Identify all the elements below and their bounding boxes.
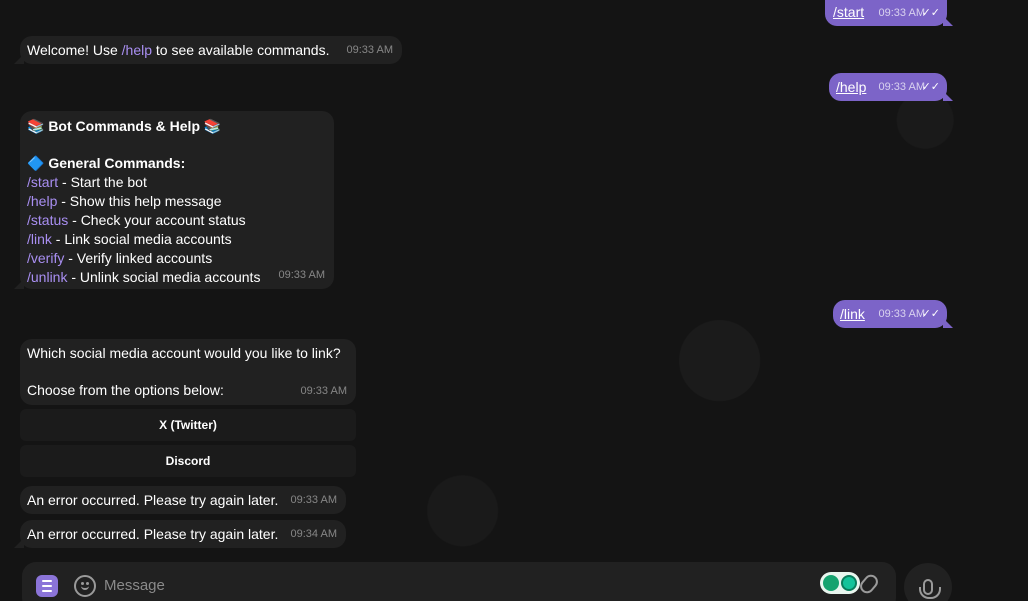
- outgoing-message-link: /link 09:33 AM ✓✓: [833, 300, 947, 328]
- keyboard-button-twitter[interactable]: X (Twitter): [20, 409, 356, 441]
- command-description: - Link social media accounts: [51, 231, 232, 247]
- incoming-message-help: 📚 Bot Commands & Help 📚 🔷 General Comman…: [20, 111, 334, 289]
- message-time: 09:33 AM: [346, 44, 393, 56]
- message-time: 09:33 AM: [878, 308, 925, 320]
- message-time: 09:33 AM: [290, 494, 337, 506]
- keyboard-button-discord[interactable]: Discord: [20, 445, 356, 477]
- grammarly-icon[interactable]: [841, 575, 857, 591]
- outgoing-message-help: /help 09:33 AM ✓✓: [829, 73, 947, 101]
- command-description: - Start the bot: [58, 174, 147, 190]
- command-row: /start - Start the bot: [27, 173, 260, 192]
- command-description: - Show this help message: [57, 193, 222, 209]
- message-time: 09:33 AM: [878, 81, 925, 93]
- incoming-message-error: An error occurred. Please try again late…: [20, 486, 346, 514]
- message-time: 09:33 AM: [300, 385, 347, 397]
- command-link[interactable]: /status: [27, 212, 68, 228]
- extension-icon[interactable]: [823, 575, 839, 591]
- command-row: /help - Show this help message: [27, 192, 260, 211]
- message-input[interactable]: [104, 577, 804, 594]
- menu-icon[interactable]: [36, 575, 58, 597]
- command-row: /link - Link social media accounts: [27, 230, 260, 249]
- command-link[interactable]: /help: [836, 78, 866, 97]
- extension-icons[interactable]: [820, 572, 860, 594]
- incoming-message-welcome: Welcome! Use /help to see available comm…: [20, 36, 402, 64]
- command-row: /status - Check your account status: [27, 211, 260, 230]
- message-composer: [22, 562, 896, 601]
- command-link[interactable]: /unlink: [27, 269, 67, 285]
- command-link[interactable]: /link: [27, 231, 52, 247]
- command-description: - Check your account status: [68, 212, 246, 228]
- smile-icon[interactable]: [74, 575, 96, 597]
- command-link[interactable]: /link: [840, 305, 865, 324]
- help-section-title: 🔷 General Commands:: [27, 155, 186, 171]
- double-check-icon: ✓✓: [921, 7, 940, 19]
- command-description: - Verify linked accounts: [64, 250, 213, 266]
- message-time: 09:33 AM: [878, 7, 925, 19]
- help-title: 📚 Bot Commands & Help 📚: [27, 118, 222, 134]
- double-check-icon: ✓✓: [921, 81, 940, 93]
- command-description: - Unlink social media accounts: [67, 269, 261, 285]
- paperclip-icon[interactable]: [857, 571, 881, 597]
- command-row: /unlink - Unlink social media accounts: [27, 268, 260, 287]
- command-row: /verify - Verify linked accounts: [27, 249, 260, 268]
- message-time: 09:33 AM: [278, 269, 325, 281]
- message-text: An error occurred. Please try again late…: [27, 492, 279, 508]
- message-text: to see available commands.: [152, 42, 330, 58]
- command-link[interactable]: /help: [27, 193, 57, 209]
- message-time: 09:34 AM: [290, 528, 337, 540]
- message-text: Which social media account would you lik…: [27, 345, 341, 361]
- message-text: Choose from the options below:: [27, 382, 224, 398]
- command-link[interactable]: /start: [27, 174, 58, 190]
- incoming-message-link-prompt: Which social media account would you lik…: [20, 339, 356, 405]
- microphone-icon: [919, 579, 941, 599]
- command-link[interactable]: /verify: [27, 250, 64, 266]
- command-link[interactable]: /help: [122, 42, 152, 58]
- incoming-message-error: An error occurred. Please try again late…: [20, 520, 346, 548]
- double-check-icon: ✓✓: [921, 308, 940, 320]
- command-link[interactable]: /start: [833, 3, 864, 22]
- message-text: An error occurred. Please try again late…: [27, 526, 279, 542]
- outgoing-message-start: /start 09:33 AM ✓✓: [825, 0, 947, 26]
- message-text: Welcome! Use: [27, 42, 122, 58]
